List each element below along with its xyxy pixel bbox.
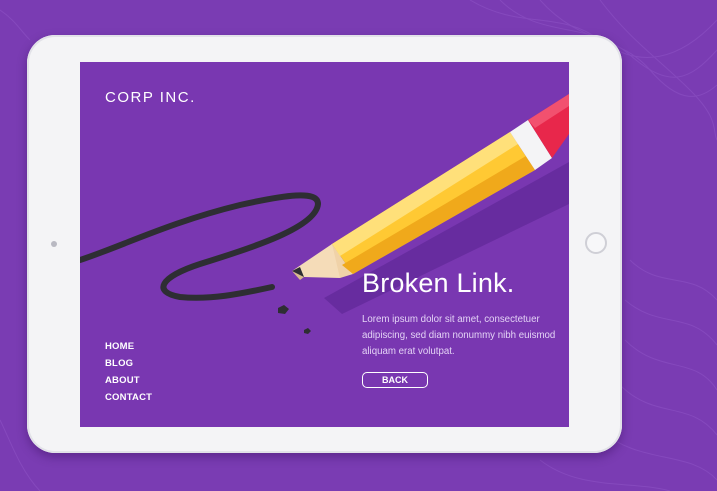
error-headline: Broken Link. [362, 268, 515, 298]
nav-blog-link[interactable]: BLOG [105, 355, 152, 372]
home-button[interactable] [585, 232, 607, 254]
tablet-device: CORP INC. HOME BLOG ABOUT CONTACT Broken… [27, 35, 622, 453]
nav-home-link[interactable]: HOME [105, 338, 152, 355]
tablet-screen: CORP INC. HOME BLOG ABOUT CONTACT Broken… [80, 62, 569, 427]
broken-link-illustration [80, 94, 569, 334]
scribble-line [80, 192, 322, 301]
nav-contact-link[interactable]: CONTACT [105, 389, 152, 406]
camera-icon [51, 241, 57, 247]
back-button[interactable]: BACK [362, 372, 428, 388]
nav-about-link[interactable]: ABOUT [105, 372, 152, 389]
lead-fragment [304, 328, 311, 334]
brand-logo: CORP INC. [105, 89, 196, 106]
main-navigation: HOME BLOG ABOUT CONTACT [105, 338, 152, 406]
error-message: Lorem ipsum dolor sit amet, consectetuer… [362, 314, 556, 357]
lead-fragment [278, 305, 289, 314]
